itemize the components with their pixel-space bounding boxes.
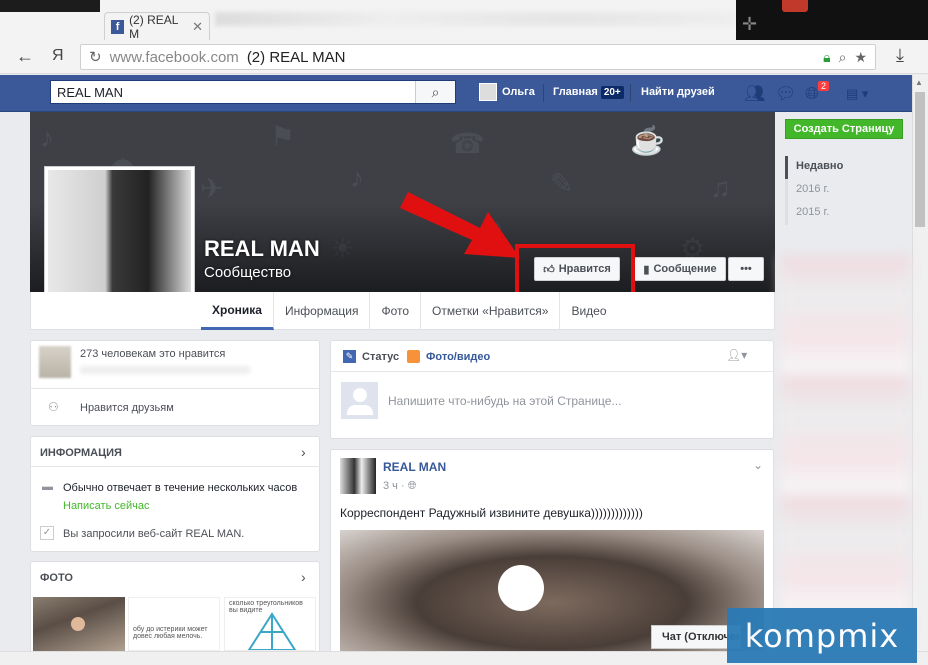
post-author-name[interactable]: REAL MAN [383, 460, 446, 474]
checkbox-icon[interactable]: ✓ [40, 526, 54, 540]
year-item-2015[interactable]: 2015 г. [785, 202, 903, 225]
home-badge: 20+ [600, 86, 624, 99]
tab-likes[interactable]: Отметки «Нравится» [421, 291, 561, 330]
response-time-text: Обычно отвечает в течение нескольких час… [63, 482, 298, 494]
tab-info[interactable]: Информация [274, 291, 371, 330]
audience-selector-icon[interactable]: 👤︎▾ [726, 348, 747, 362]
composer-avatar [341, 382, 378, 419]
divider [30, 466, 320, 467]
response-icon: ▬ [42, 481, 53, 493]
chevron-right-icon[interactable]: › [301, 569, 306, 585]
messages-icon[interactable]: 💬︎ [775, 84, 797, 104]
send-message-link[interactable]: Написать сейчас [63, 500, 149, 512]
blurred-ads [780, 255, 910, 645]
close-tab-icon[interactable]: ✕ [192, 19, 203, 35]
download-icon[interactable]: ⤓ [896, 45, 904, 66]
yandex-icon[interactable]: Я [52, 47, 64, 65]
year-item-recent[interactable]: Недавно [785, 156, 903, 179]
blurred-friends-line [80, 366, 250, 374]
notifications-badge: 2 [817, 80, 831, 92]
tab-title: (2) REAL M [129, 12, 178, 41]
home-link[interactable]: Главная 20+ [553, 86, 624, 99]
page-category: Сообщество [204, 264, 292, 281]
divider [543, 84, 544, 102]
divider [330, 371, 774, 372]
search-input[interactable]: REAL MAN [51, 85, 415, 100]
url-domain: www.facebook.com [109, 48, 239, 66]
window-dark-area [736, 0, 928, 40]
page-tabs: Хроника Информация Фото Отметки «Нравитс… [30, 291, 775, 330]
red-arrow-annotation [400, 192, 520, 258]
browser-tab-active[interactable]: f (2) REAL M ✕ [104, 12, 210, 41]
blurred-tabs [215, 12, 735, 26]
composer-input[interactable]: Напишите что-нибудь на этой Странице... [388, 394, 621, 408]
message-label: Сообщение [653, 263, 717, 275]
star-icon[interactable]: ★ [854, 49, 867, 66]
tab-strip-edge [0, 0, 100, 12]
user-avatar[interactable] [479, 83, 497, 101]
search-box[interactable]: REAL MAN ⌕ [50, 80, 456, 104]
address-bar[interactable]: ↻ www.facebook.com (2) REAL MAN 🔒︎ ⌕ ★ [80, 44, 876, 70]
user-name-link[interactable]: Ольга [502, 86, 535, 98]
info-header[interactable]: ИНФОРМАЦИЯ [40, 447, 122, 459]
url-page-title: (2) REAL MAN [246, 48, 346, 66]
post-time[interactable]: 3 ч · 🌐︎ [383, 480, 417, 493]
pencil-icon: ✎ [343, 350, 356, 363]
tab-timeline[interactable]: Хроника [201, 291, 274, 330]
zoom-icon[interactable]: ⌕ [839, 49, 847, 66]
message-button[interactable]: ▮ Сообщение [634, 257, 726, 281]
timeline-year-nav: Недавно 2016 г. 2015 г. [785, 156, 903, 225]
status-tab[interactable]: Статус [362, 351, 399, 363]
page-name: REAL MAN [204, 236, 320, 261]
chevron-right-icon[interactable]: › [301, 444, 306, 460]
photo-thumbnail-2[interactable]: обу до истерики может довес любая мелочь… [128, 597, 220, 651]
photo-icon [407, 350, 420, 363]
message-icon: ▮ [643, 263, 650, 276]
post-image-highlight [498, 565, 544, 611]
divider [30, 388, 320, 389]
create-page-button[interactable]: Создать Страницу [785, 119, 903, 139]
tab-photos[interactable]: Фото [370, 291, 422, 330]
friend-requests-icon[interactable]: 👥︎ [744, 84, 766, 104]
likes-count-text[interactable]: 273 человекам это нравится [80, 348, 225, 360]
tab-videos[interactable]: Видео [560, 292, 617, 330]
lock-icon[interactable]: 🔒︎ [823, 49, 830, 66]
photo-thumbnail-1[interactable] [33, 597, 125, 651]
photos-header[interactable]: ФОТО [40, 572, 73, 584]
kompmix-watermark-logo: kompmix [727, 608, 917, 663]
reload-icon[interactable]: ↻ [89, 48, 102, 66]
browser-menu-icon[interactable] [782, 0, 808, 12]
search-icon[interactable]: ⌕ [415, 81, 455, 103]
liker-avatar[interactable] [39, 346, 71, 378]
more-options-button[interactable]: ••• [728, 257, 764, 281]
back-arrow-icon[interactable]: ← [16, 46, 34, 67]
highlight-box-annotation [515, 244, 635, 297]
friends-like-text[interactable]: Нравится друзьям [80, 402, 174, 414]
privacy-lock-icon[interactable]: ▤ ▾ [846, 86, 868, 102]
find-friends-link[interactable]: Найти друзей [641, 86, 715, 98]
home-label: Главная [553, 86, 598, 98]
year-item-2016[interactable]: 2016 г. [785, 179, 903, 202]
post-text: Корреспондент Радужный извините девушка)… [340, 506, 643, 520]
website-request-text: Вы запросили веб-сайт REAL MAN. [63, 528, 245, 540]
new-tab-icon[interactable]: ✛ [742, 14, 757, 35]
facebook-favicon-icon: f [111, 19, 125, 34]
scroll-up-icon[interactable]: ▲ [915, 78, 923, 87]
scrollbar-thumb[interactable] [915, 92, 925, 227]
divider [630, 84, 631, 102]
globe-icon: 🌐︎ [407, 480, 417, 492]
post-options-chevron-icon[interactable]: ⌄ [753, 458, 763, 472]
friends-icon: ⚇ [48, 400, 59, 414]
post-author-avatar[interactable] [340, 458, 376, 494]
photo-video-tab[interactable]: Фото/видео [426, 351, 490, 363]
photo-thumbnail-3[interactable]: сколько треугольников вы видите [224, 597, 316, 651]
